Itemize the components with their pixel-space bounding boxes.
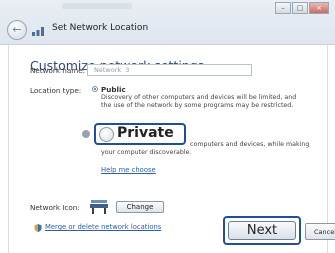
network-name-input[interactable]	[87, 64, 252, 76]
network-icon-label: Network Icon:	[30, 203, 80, 212]
public-description-1: Discovery of other computers and devices…	[101, 94, 297, 101]
private-radio[interactable]	[99, 127, 114, 142]
window-controls: – □ ×	[275, 2, 329, 14]
private-description-1: computers and devices, while making	[190, 141, 310, 148]
bench-icon	[90, 200, 108, 214]
location-type-label: Location type:	[30, 86, 82, 95]
private-label: Private	[117, 125, 174, 141]
shield-icon	[34, 224, 42, 232]
title-bar: – □ × ← Set Network Location	[0, 0, 335, 45]
back-arrow-icon: ←	[12, 23, 22, 36]
public-description-2: the use of the network by some programs …	[101, 102, 294, 109]
private-callout[interactable]: Private	[94, 123, 186, 145]
private-radio-small[interactable]	[82, 130, 90, 138]
next-button[interactable]: Next	[228, 221, 296, 240]
minimize-button[interactable]: –	[275, 2, 291, 14]
cancel-button[interactable]: Cancel	[305, 223, 335, 240]
network-name-label: Network name:	[30, 66, 86, 75]
background-window-title	[62, 3, 132, 9]
network-icon	[32, 27, 44, 36]
private-description-2: your computer discoverable.	[101, 149, 192, 156]
next-callout: Next	[223, 216, 301, 245]
maximize-button[interactable]: □	[292, 2, 308, 14]
window-title: Set Network Location	[52, 23, 149, 33]
change-icon-button[interactable]: Change	[116, 201, 164, 213]
public-label: Public	[101, 85, 126, 94]
merge-delete-link[interactable]: Merge or delete network locations	[45, 223, 161, 231]
public-radio[interactable]	[92, 86, 98, 92]
close-button[interactable]: ×	[309, 2, 329, 14]
help-me-choose-link[interactable]: Help me choose	[101, 166, 156, 174]
back-button[interactable]: ←	[7, 20, 27, 40]
